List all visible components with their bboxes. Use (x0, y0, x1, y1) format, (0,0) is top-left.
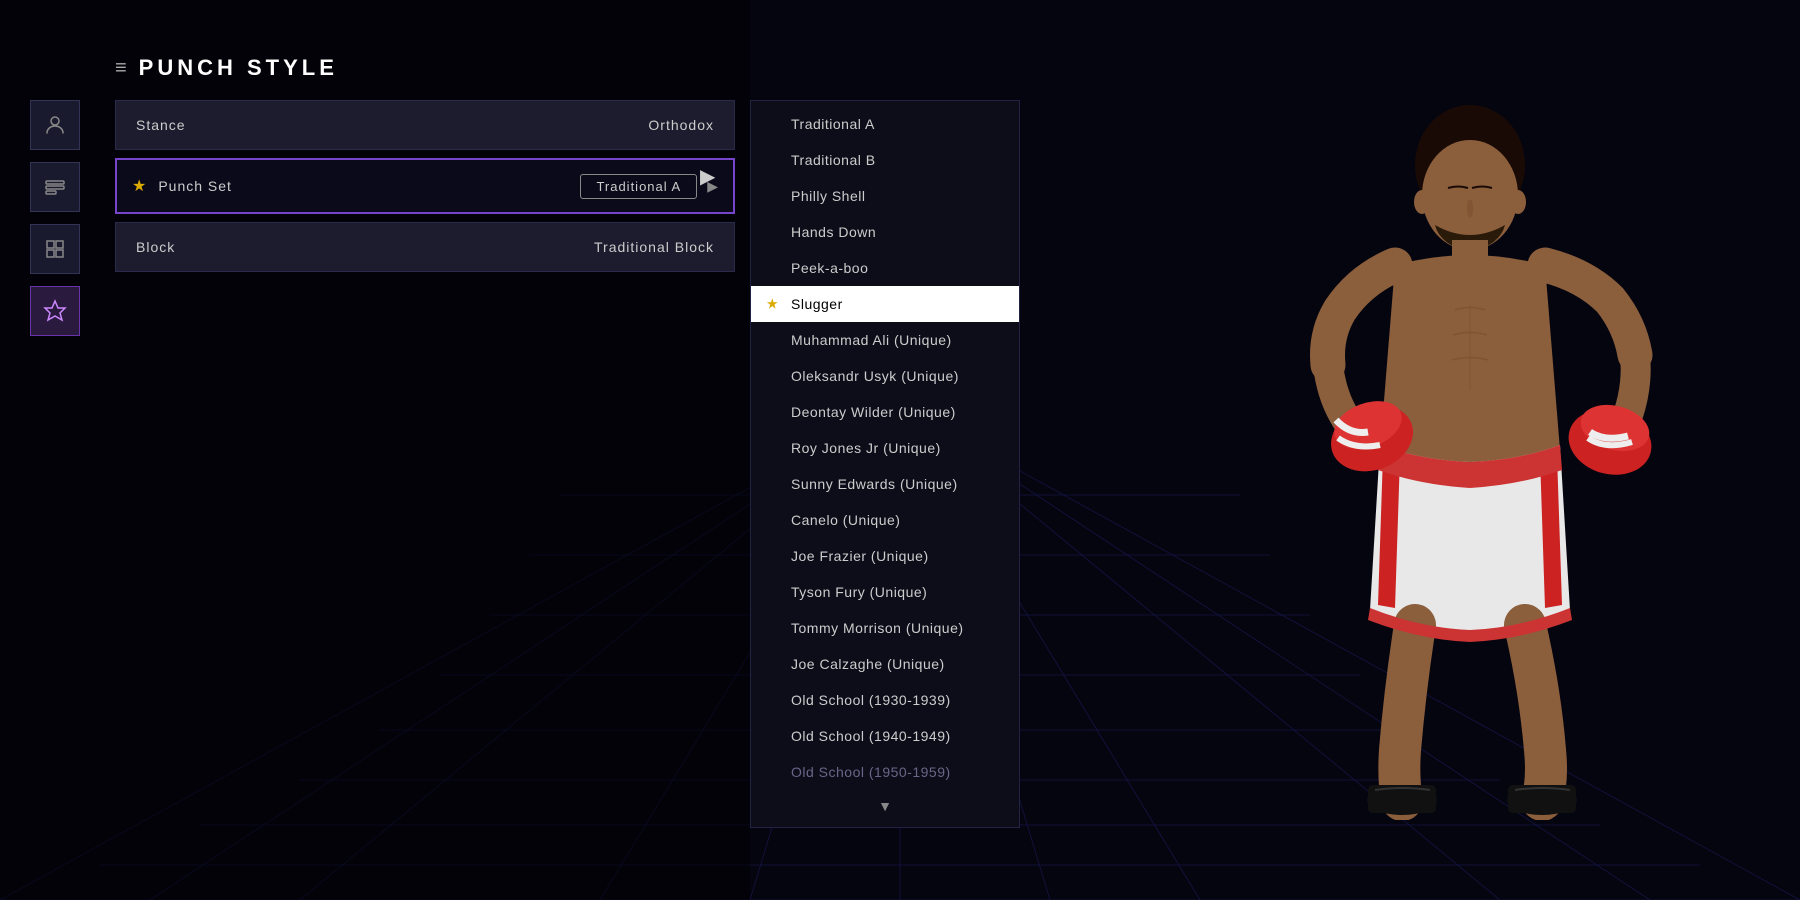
dropdown-item-old-school-1930-label: Old School (1930-1939) (791, 692, 951, 708)
block-row[interactable]: Block Traditional Block (115, 222, 735, 272)
dropdown-item-roy-jones-jr[interactable]: ★ Roy Jones Jr (Unique) (751, 430, 1019, 466)
punch-set-star-icon: ★ (132, 176, 146, 196)
dropdown-item-slugger[interactable]: ★ Slugger (751, 286, 1019, 322)
punch-set-row[interactable]: ★ Punch Set Traditional A ▶ (115, 158, 735, 214)
dropdown-item-tommy-morrison[interactable]: ★ Tommy Morrison (Unique) (751, 610, 1019, 646)
dropdown-item-philly-shell-star: ★ (766, 188, 779, 205)
sidebar-item-equipment[interactable] (30, 224, 80, 274)
dropdown-item-hands-down-star: ★ (766, 224, 779, 241)
dropdown-item-old-school-1950-star: ★ (766, 764, 779, 781)
dropdown-item-tyson-fury-label: Tyson Fury (Unique) (791, 584, 927, 600)
boxer-figure (1220, 70, 1720, 820)
sidebar-item-special[interactable] (30, 286, 80, 336)
dropdown-item-sunny-edwards-star: ★ (766, 476, 779, 493)
sidebar-item-style[interactable] (30, 162, 80, 212)
punch-set-value: Traditional A (580, 174, 697, 199)
dropdown-item-tommy-morrison-star: ★ (766, 620, 779, 637)
dropdown-item-sunny-edwards[interactable]: ★ Sunny Edwards (Unique) (751, 466, 1019, 502)
page-title: ≡ PUNCH STYLE (115, 55, 338, 81)
dropdown-item-joe-calzaghe[interactable]: ★ Joe Calzaghe (Unique) (751, 646, 1019, 682)
dropdown-item-philly-shell[interactable]: ★ Philly Shell (751, 178, 1019, 214)
dropdown-item-peek-a-boo-label: Peek-a-boo (791, 260, 868, 276)
dropdown-item-deontay-wilder-star: ★ (766, 404, 779, 421)
main-content: Stance Orthodox ★ Punch Set Traditional … (115, 100, 735, 280)
dropdown-item-old-school-1940-star: ★ (766, 728, 779, 745)
dropdown-menu: ★ Traditional A ★ Traditional B ★ Philly… (750, 100, 1020, 828)
dropdown-item-traditional-a-star: ★ (766, 116, 779, 133)
page-title-text: PUNCH STYLE (139, 55, 338, 81)
menu-icon: ≡ (115, 57, 131, 80)
dropdown-item-slugger-label: Slugger (791, 296, 843, 312)
dropdown-item-muhammad-ali[interactable]: ★ Muhammad Ali (Unique) (751, 322, 1019, 358)
dropdown-item-joe-frazier[interactable]: ★ Joe Frazier (Unique) (751, 538, 1019, 574)
dropdown-item-canelo-label: Canelo (Unique) (791, 512, 900, 528)
dropdown-item-roy-jones-jr-star: ★ (766, 440, 779, 457)
dropdown-item-tommy-morrison-label: Tommy Morrison (Unique) (791, 620, 964, 636)
dropdown-item-slugger-star: ★ (766, 296, 779, 313)
dropdown-item-philly-shell-label: Philly Shell (791, 188, 865, 204)
dropdown-item-old-school-1950-label: Old School (1950-1959) (791, 764, 951, 780)
dropdown-item-tyson-fury[interactable]: ★ Tyson Fury (Unique) (751, 574, 1019, 610)
dropdown-item-joe-calzaghe-label: Joe Calzaghe (Unique) (791, 656, 945, 672)
dropdown-scroll-down[interactable]: ▼ (751, 790, 1019, 822)
sidebar (30, 100, 80, 336)
dropdown-item-peek-a-boo[interactable]: ★ Peek-a-boo (751, 250, 1019, 286)
dropdown-item-traditional-b-label: Traditional B (791, 152, 876, 168)
dropdown-item-joe-frazier-star: ★ (766, 548, 779, 565)
dropdown-item-tyson-fury-star: ★ (766, 584, 779, 601)
dropdown-item-canelo-star: ★ (766, 512, 779, 529)
dropdown-item-oleksandr-usyk[interactable]: ★ Oleksandr Usyk (Unique) (751, 358, 1019, 394)
dropdown-item-old-school-1940[interactable]: ★ Old School (1940-1949) (751, 718, 1019, 754)
dropdown-item-old-school-1930[interactable]: ★ Old School (1930-1939) (751, 682, 1019, 718)
dropdown-item-peek-a-boo-star: ★ (766, 260, 779, 277)
dropdown-item-roy-jones-jr-label: Roy Jones Jr (Unique) (791, 440, 941, 456)
dropdown-item-deontay-wilder-label: Deontay Wilder (Unique) (791, 404, 956, 420)
dropdown-item-old-school-1950[interactable]: ★ Old School (1950-1959) (751, 754, 1019, 790)
dropdown-item-oleksandr-usyk-label: Oleksandr Usyk (Unique) (791, 368, 959, 384)
dropdown-item-deontay-wilder[interactable]: ★ Deontay Wilder (Unique) (751, 394, 1019, 430)
dropdown-item-old-school-1940-label: Old School (1940-1949) (791, 728, 951, 744)
dropdown-item-traditional-b[interactable]: ★ Traditional B (751, 142, 1019, 178)
dropdown-item-traditional-a-label: Traditional A (791, 116, 875, 132)
dropdown-item-oleksandr-usyk-star: ★ (766, 368, 779, 385)
nav-arrow-button[interactable]: ▶ (700, 164, 715, 189)
dropdown-item-traditional-a[interactable]: ★ Traditional A (751, 106, 1019, 142)
dropdown-item-muhammad-ali-star: ★ (766, 332, 779, 349)
dropdown-item-hands-down[interactable]: ★ Hands Down (751, 214, 1019, 250)
stance-label: Stance (136, 117, 648, 133)
dropdown-item-joe-calzaghe-star: ★ (766, 656, 779, 673)
punch-set-label: Punch Set (158, 178, 580, 194)
block-label: Block (136, 239, 594, 255)
dropdown-item-sunny-edwards-label: Sunny Edwards (Unique) (791, 476, 958, 492)
stance-row[interactable]: Stance Orthodox (115, 100, 735, 150)
dropdown-item-hands-down-label: Hands Down (791, 224, 876, 240)
dropdown-item-canelo[interactable]: ★ Canelo (Unique) (751, 502, 1019, 538)
dropdown-item-traditional-b-star: ★ (766, 152, 779, 169)
dropdown-item-old-school-1930-star: ★ (766, 692, 779, 709)
dropdown-item-muhammad-ali-label: Muhammad Ali (Unique) (791, 332, 952, 348)
sidebar-item-profile[interactable] (30, 100, 80, 150)
stance-value: Orthodox (648, 117, 714, 133)
block-value: Traditional Block (594, 239, 714, 255)
dropdown-item-joe-frazier-label: Joe Frazier (Unique) (791, 548, 929, 564)
